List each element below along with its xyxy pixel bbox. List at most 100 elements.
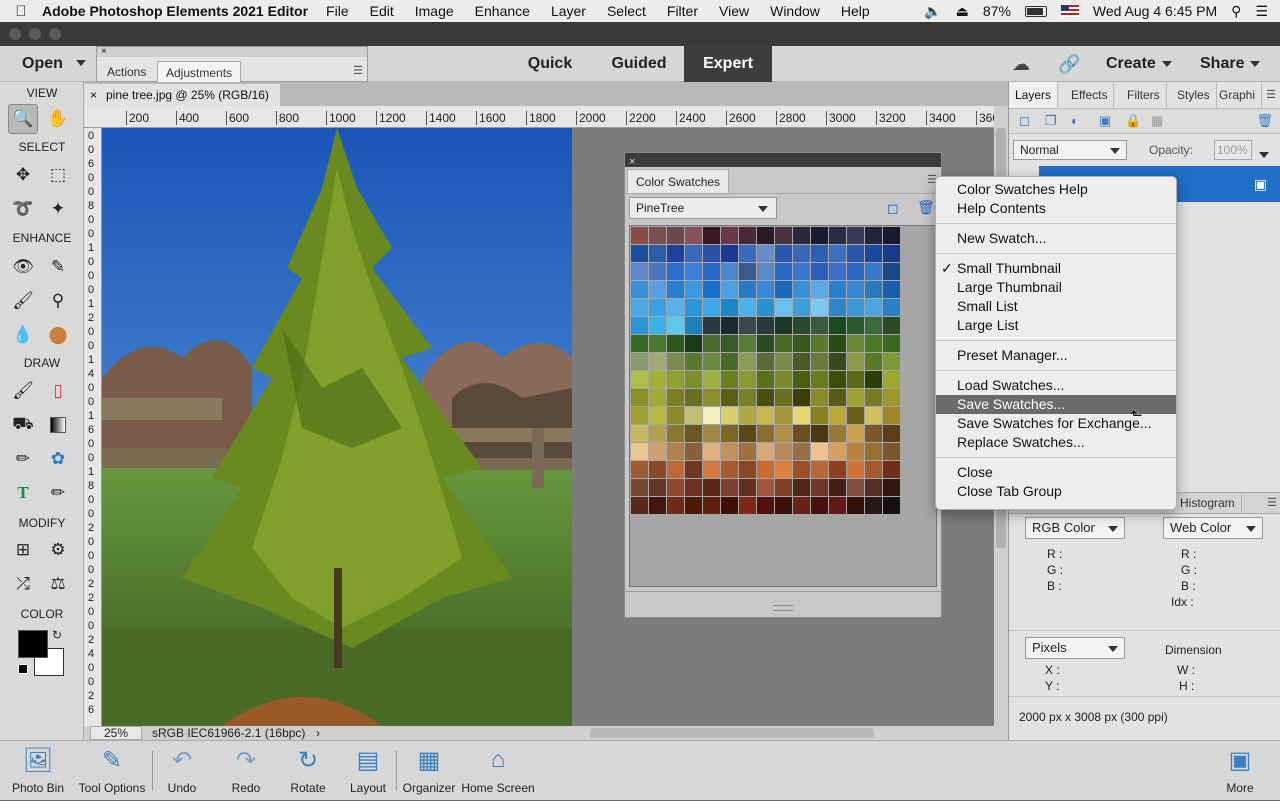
color-swatch[interactable] — [847, 281, 864, 298]
color-swatch[interactable] — [883, 407, 900, 424]
color-swatch[interactable] — [793, 497, 810, 514]
color-swatch[interactable] — [703, 407, 720, 424]
color-swatch[interactable] — [649, 281, 666, 298]
lock-all-icon[interactable]: 🔒 — [1125, 113, 1141, 129]
color-swatch[interactable] — [829, 479, 846, 496]
color-swatch[interactable] — [721, 299, 738, 316]
blur-tool-icon[interactable]: 💧 — [8, 320, 38, 350]
more-button[interactable]: ▣ More — [1212, 741, 1268, 801]
menu-edit[interactable]: Edit — [370, 3, 394, 19]
color-swatch[interactable] — [757, 353, 774, 370]
color-swatch[interactable] — [793, 425, 810, 442]
opacity-field[interactable]: 100% — [1214, 140, 1252, 160]
color-swatch[interactable] — [757, 389, 774, 406]
left-color-mode-select[interactable]: RGB Color — [1025, 517, 1125, 539]
color-swatch[interactable] — [811, 461, 828, 478]
color-swatch[interactable] — [775, 299, 792, 316]
color-swatch[interactable] — [865, 299, 882, 316]
color-swatch[interactable] — [685, 245, 702, 262]
color-swatch[interactable] — [775, 263, 792, 280]
color-swatch[interactable] — [793, 461, 810, 478]
color-swatch[interactable] — [883, 335, 900, 352]
color-swatch[interactable] — [811, 263, 828, 280]
color-swatch[interactable] — [811, 443, 828, 460]
color-swatch[interactable] — [775, 407, 792, 424]
color-swatch[interactable] — [631, 299, 648, 316]
close-panel-icon[interactable]: × — [101, 46, 107, 57]
color-swatch[interactable] — [631, 227, 648, 244]
color-swatch[interactable] — [631, 407, 648, 424]
close-document-icon[interactable]: × — [90, 84, 97, 106]
color-swatch[interactable] — [649, 353, 666, 370]
color-swatch[interactable] — [703, 227, 720, 244]
color-swatch[interactable] — [739, 317, 756, 334]
color-swatch[interactable] — [685, 227, 702, 244]
lasso-tool-icon[interactable]: ➰ — [8, 194, 38, 224]
color-swatch[interactable] — [883, 443, 900, 460]
cloud-sync-icon[interactable]: ☁ — [1012, 54, 1030, 75]
color-swatch[interactable] — [847, 443, 864, 460]
color-swatch[interactable] — [793, 281, 810, 298]
menu-layer[interactable]: Layer — [551, 3, 586, 19]
new-group-icon[interactable]: ❐ — [1045, 113, 1057, 129]
color-swatch[interactable] — [811, 479, 828, 496]
color-swatch[interactable] — [865, 479, 882, 496]
color-swatch[interactable] — [739, 407, 756, 424]
color-swatch[interactable] — [775, 461, 792, 478]
lock-transparent-icon[interactable]: ▦ — [1151, 113, 1163, 129]
color-swatch[interactable] — [685, 299, 702, 316]
color-swatch[interactable] — [847, 371, 864, 388]
tab-effects[interactable]: Effects — [1065, 82, 1115, 108]
menu-item-load-swatches[interactable]: Load Swatches... — [936, 376, 1176, 395]
marquee-tool-icon[interactable]: ⬚ — [43, 160, 73, 190]
layout-button[interactable]: ▤ Layout — [342, 741, 394, 801]
color-swatch[interactable] — [775, 425, 792, 442]
color-swatch[interactable] — [883, 461, 900, 478]
tab-color-swatches[interactable]: Color Swatches — [627, 169, 730, 193]
color-swatch[interactable] — [739, 461, 756, 478]
color-swatch[interactable] — [649, 299, 666, 316]
crop-tool-icon[interactable]: ⊞ — [8, 535, 38, 565]
tab-adjustments[interactable]: Adjustments — [157, 61, 242, 83]
color-swatch[interactable] — [793, 479, 810, 496]
color-swatch[interactable] — [793, 263, 810, 280]
brush-tool-icon[interactable]: 🖌 — [8, 376, 38, 406]
document-image[interactable] — [102, 128, 572, 726]
recompose-tool-icon[interactable]: ⚙ — [43, 535, 73, 565]
pencil-tool-icon[interactable]: ✏ — [43, 478, 73, 508]
color-swatch[interactable] — [883, 389, 900, 406]
color-swatch[interactable] — [811, 389, 828, 406]
color-swatch[interactable] — [847, 479, 864, 496]
menu-item-close[interactable]: Close — [936, 463, 1176, 482]
color-swatch[interactable] — [631, 443, 648, 460]
zoom-tool-icon[interactable]: 🔍 — [8, 104, 38, 134]
color-swatch[interactable] — [667, 497, 684, 514]
color-swatch[interactable] — [721, 497, 738, 514]
spot-healing-tool-icon[interactable]: ✎ — [43, 252, 73, 282]
color-swatch[interactable] — [811, 245, 828, 262]
color-swatch[interactable] — [829, 335, 846, 352]
color-swatch[interactable] — [721, 389, 738, 406]
color-swatch[interactable] — [829, 263, 846, 280]
color-swatch[interactable] — [739, 425, 756, 442]
color-swatch[interactable] — [721, 263, 738, 280]
color-swatch[interactable] — [685, 263, 702, 280]
color-swatch[interactable] — [847, 353, 864, 370]
menu-item-large-thumbnail[interactable]: Large Thumbnail — [936, 278, 1176, 297]
resize-grip-icon[interactable] — [773, 605, 793, 611]
color-swatch[interactable] — [775, 353, 792, 370]
color-swatch[interactable] — [667, 317, 684, 334]
home-screen-button[interactable]: ⌂ Home Screen — [458, 741, 538, 801]
color-swatch[interactable] — [721, 245, 738, 262]
color-swatch[interactable] — [811, 353, 828, 370]
color-swatch[interactable] — [631, 335, 648, 352]
color-swatch[interactable] — [739, 443, 756, 460]
color-swatch[interactable] — [757, 335, 774, 352]
adjustment-layer-icon[interactable]: ◐ — [1071, 113, 1079, 128]
color-swatch[interactable] — [847, 245, 864, 262]
menu-item-replace-swatches[interactable]: Replace Swatches... — [936, 433, 1176, 452]
color-swatch[interactable] — [811, 299, 828, 316]
color-swatch[interactable] — [829, 461, 846, 478]
color-swatch[interactable] — [631, 353, 648, 370]
color-swatch[interactable] — [649, 443, 666, 460]
